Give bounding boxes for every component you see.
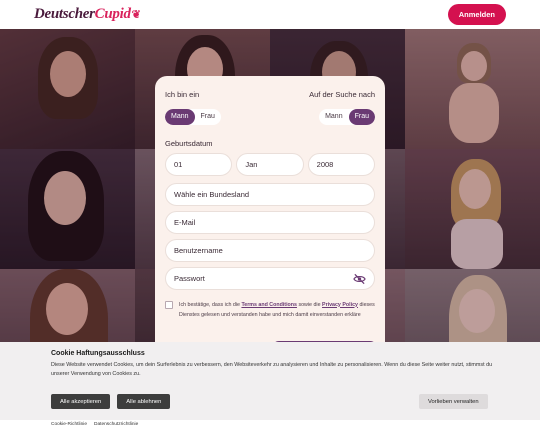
cookie-policy-link[interactable]: Cookie-Richtlinie [51,422,87,427]
username-field[interactable]: Benutzername [165,238,375,262]
seeking-option-female[interactable]: Frau [348,108,375,125]
gender-group: Ich bin ein Mann Frau [165,90,221,125]
seeking-option-male[interactable]: Mann [319,109,349,125]
gender-toggle: Mann Frau [165,108,221,125]
profile-photo [0,149,135,269]
registration-form: Ich bin ein Mann Frau Auf der Suche nach… [155,76,385,376]
cookie-button-group: Alle akzeptieren Alle ablehnen [51,394,171,409]
birthdate-label: Geburtsdatum [165,138,213,148]
privacy-link[interactable]: Privacy Policy [322,302,358,308]
profile-photo [405,149,540,269]
email-field[interactable]: E-Mail [165,210,375,234]
logo-text-part1: Deutscher [34,6,95,22]
profile-photo [405,29,540,149]
gender-label: Ich bin ein [165,90,200,99]
consent-text: Ich bestätige, dass ich die Terms and Co… [179,300,375,321]
state-select[interactable]: Wähle ein Bundesland [165,182,375,206]
logo-text-part2: Cupid [94,6,131,22]
birthdate-row: 01 Jan 2008 [165,152,375,176]
birth-day-select[interactable]: 01 [165,152,233,176]
consent-prefix: Ich bestätige, dass ich die [179,301,240,308]
cookie-text: Diese Website verwendet Cookies, um dein… [51,362,493,377]
cookie-footer-links: Cookie-Richtlinie Datenschutzrichtlinie [51,422,138,427]
cookie-title: Cookie Haftungsausschluss [51,350,145,357]
password-field[interactable]: Passwort [165,266,375,290]
privacy-policy-link[interactable]: Datenschutzrichtlinie [94,422,138,427]
seeking-toggle: Mann Frau [319,108,375,125]
gender-option-male[interactable]: Mann [165,108,195,125]
consent-checkbox[interactable] [165,300,173,309]
consent-row: Ich bestätige, dass ich die Terms and Co… [165,300,375,321]
site-logo[interactable]: Deutscher Cupid ❦ [34,6,141,23]
seeking-label: Auf der Suche nach [309,90,375,99]
profile-photo [0,29,135,149]
consent-mid: sowie die [298,301,321,308]
eye-slash-icon[interactable] [353,273,366,285]
terms-link[interactable]: Terms and Conditions [241,302,297,308]
login-button[interactable]: Anmelden [447,4,506,25]
wing-icon: ❦ [131,9,141,21]
gender-option-female[interactable]: Frau [195,109,221,125]
reject-all-button[interactable]: Alle ablehnen [117,394,171,409]
accept-all-button[interactable]: Alle akzeptieren [51,394,111,409]
top-bar: Deutscher Cupid ❦ Anmelden [0,0,540,29]
birth-month-select[interactable]: Jan [236,152,304,176]
birth-year-select[interactable]: 2008 [307,152,375,176]
manage-preferences-button[interactable]: Vorlieben verwalten [419,394,488,409]
password-placeholder: Passwort [174,273,205,283]
seeking-group: Auf der Suche nach Mann Frau [309,90,375,125]
